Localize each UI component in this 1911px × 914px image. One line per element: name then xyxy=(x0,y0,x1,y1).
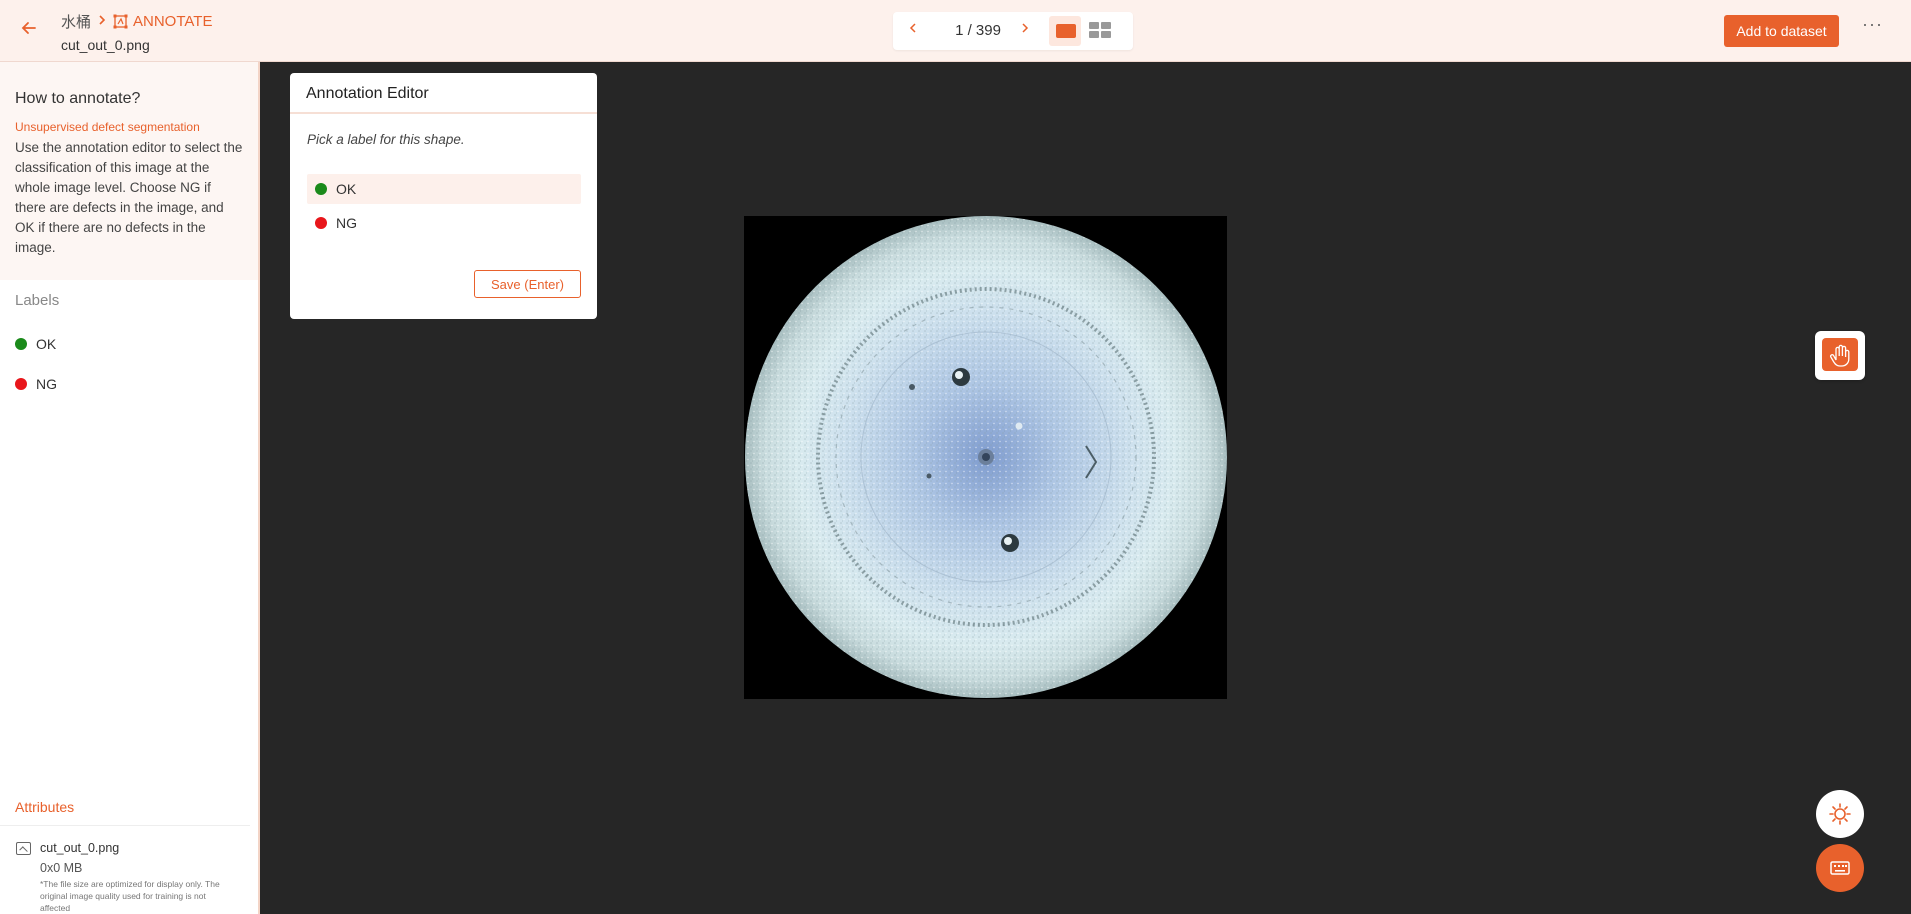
chevron-right-icon[interactable] xyxy=(1019,21,1031,38)
sun-icon xyxy=(1829,803,1851,825)
editor-option-ok[interactable]: OK xyxy=(307,174,581,204)
label-item-ng[interactable]: NG xyxy=(15,376,57,392)
divider xyxy=(0,825,250,826)
annotate-icon xyxy=(113,14,128,29)
breadcrumb-mode-label: ANNOTATE xyxy=(133,13,213,30)
label-name: OK xyxy=(36,336,57,352)
attribute-size-note: *The file size are optimized for display… xyxy=(40,879,220,913)
editor-option-ng[interactable]: NG xyxy=(307,208,581,238)
annotation-editor: Annotation Editor Pick a label for this … xyxy=(290,73,597,319)
option-label: NG xyxy=(336,215,357,231)
image-filename: cut_out_0.png xyxy=(61,37,150,53)
editor-prompt: Pick a label for this shape. xyxy=(307,132,465,147)
keyboard-icon xyxy=(1830,861,1850,875)
grid-view-icon[interactable] xyxy=(1089,20,1113,40)
how-to-instructions: Use the annotation editor to select the … xyxy=(15,140,243,255)
label-name: NG xyxy=(36,376,57,392)
attribute-filename: cut_out_0.png xyxy=(40,841,120,855)
back-arrow-icon[interactable] xyxy=(20,19,40,39)
labels-title: Labels xyxy=(15,292,60,309)
how-to-title: How to annotate? xyxy=(15,90,141,107)
ok-color-dot xyxy=(315,183,327,195)
editor-title: Annotation Editor xyxy=(290,73,597,114)
image-pager: 1 / 399 xyxy=(893,12,1133,50)
breadcrumb: 水桶 ANNOTATE xyxy=(61,11,212,32)
top-bar: 水桶 ANNOTATE cut_out_0.png 1 / 399 Add to… xyxy=(0,0,1911,62)
ng-color-dot xyxy=(315,217,327,229)
chevron-right-icon xyxy=(97,14,107,29)
attribute-file-size: 0x0 MB xyxy=(40,861,83,875)
bucket-bottom-image xyxy=(745,216,1227,698)
page-counter: 1 / 399 xyxy=(955,22,1001,39)
pan-tool-button[interactable] xyxy=(1815,331,1865,380)
option-label: OK xyxy=(336,181,357,197)
chevron-left-icon[interactable] xyxy=(907,21,919,38)
ng-color-dot xyxy=(15,378,27,390)
hand-icon xyxy=(1822,338,1858,371)
breadcrumb-mode: ANNOTATE xyxy=(113,13,212,30)
breadcrumb-project[interactable]: 水桶 xyxy=(61,11,91,32)
save-button[interactable]: Save (Enter) xyxy=(474,270,581,298)
sidebar: How to annotate? Unsupervised defect seg… xyxy=(0,62,260,914)
ok-color-dot xyxy=(15,338,27,350)
single-view-icon[interactable] xyxy=(1049,16,1081,46)
annotation-image[interactable] xyxy=(744,216,1227,699)
attributes-title: Attributes xyxy=(15,799,75,815)
label-item-ok[interactable]: OK xyxy=(15,336,56,352)
annotation-mode-label: Unsupervised defect segmentation xyxy=(15,120,200,134)
add-to-dataset-button[interactable]: Add to dataset xyxy=(1724,15,1839,47)
keyboard-shortcuts-button[interactable] xyxy=(1816,844,1864,892)
image-file-icon xyxy=(16,842,31,855)
how-to-annotate-panel: How to annotate? Unsupervised defect seg… xyxy=(0,62,258,280)
theme-toggle-button[interactable] xyxy=(1816,790,1864,838)
more-options-icon[interactable]: ··· xyxy=(1862,14,1883,35)
